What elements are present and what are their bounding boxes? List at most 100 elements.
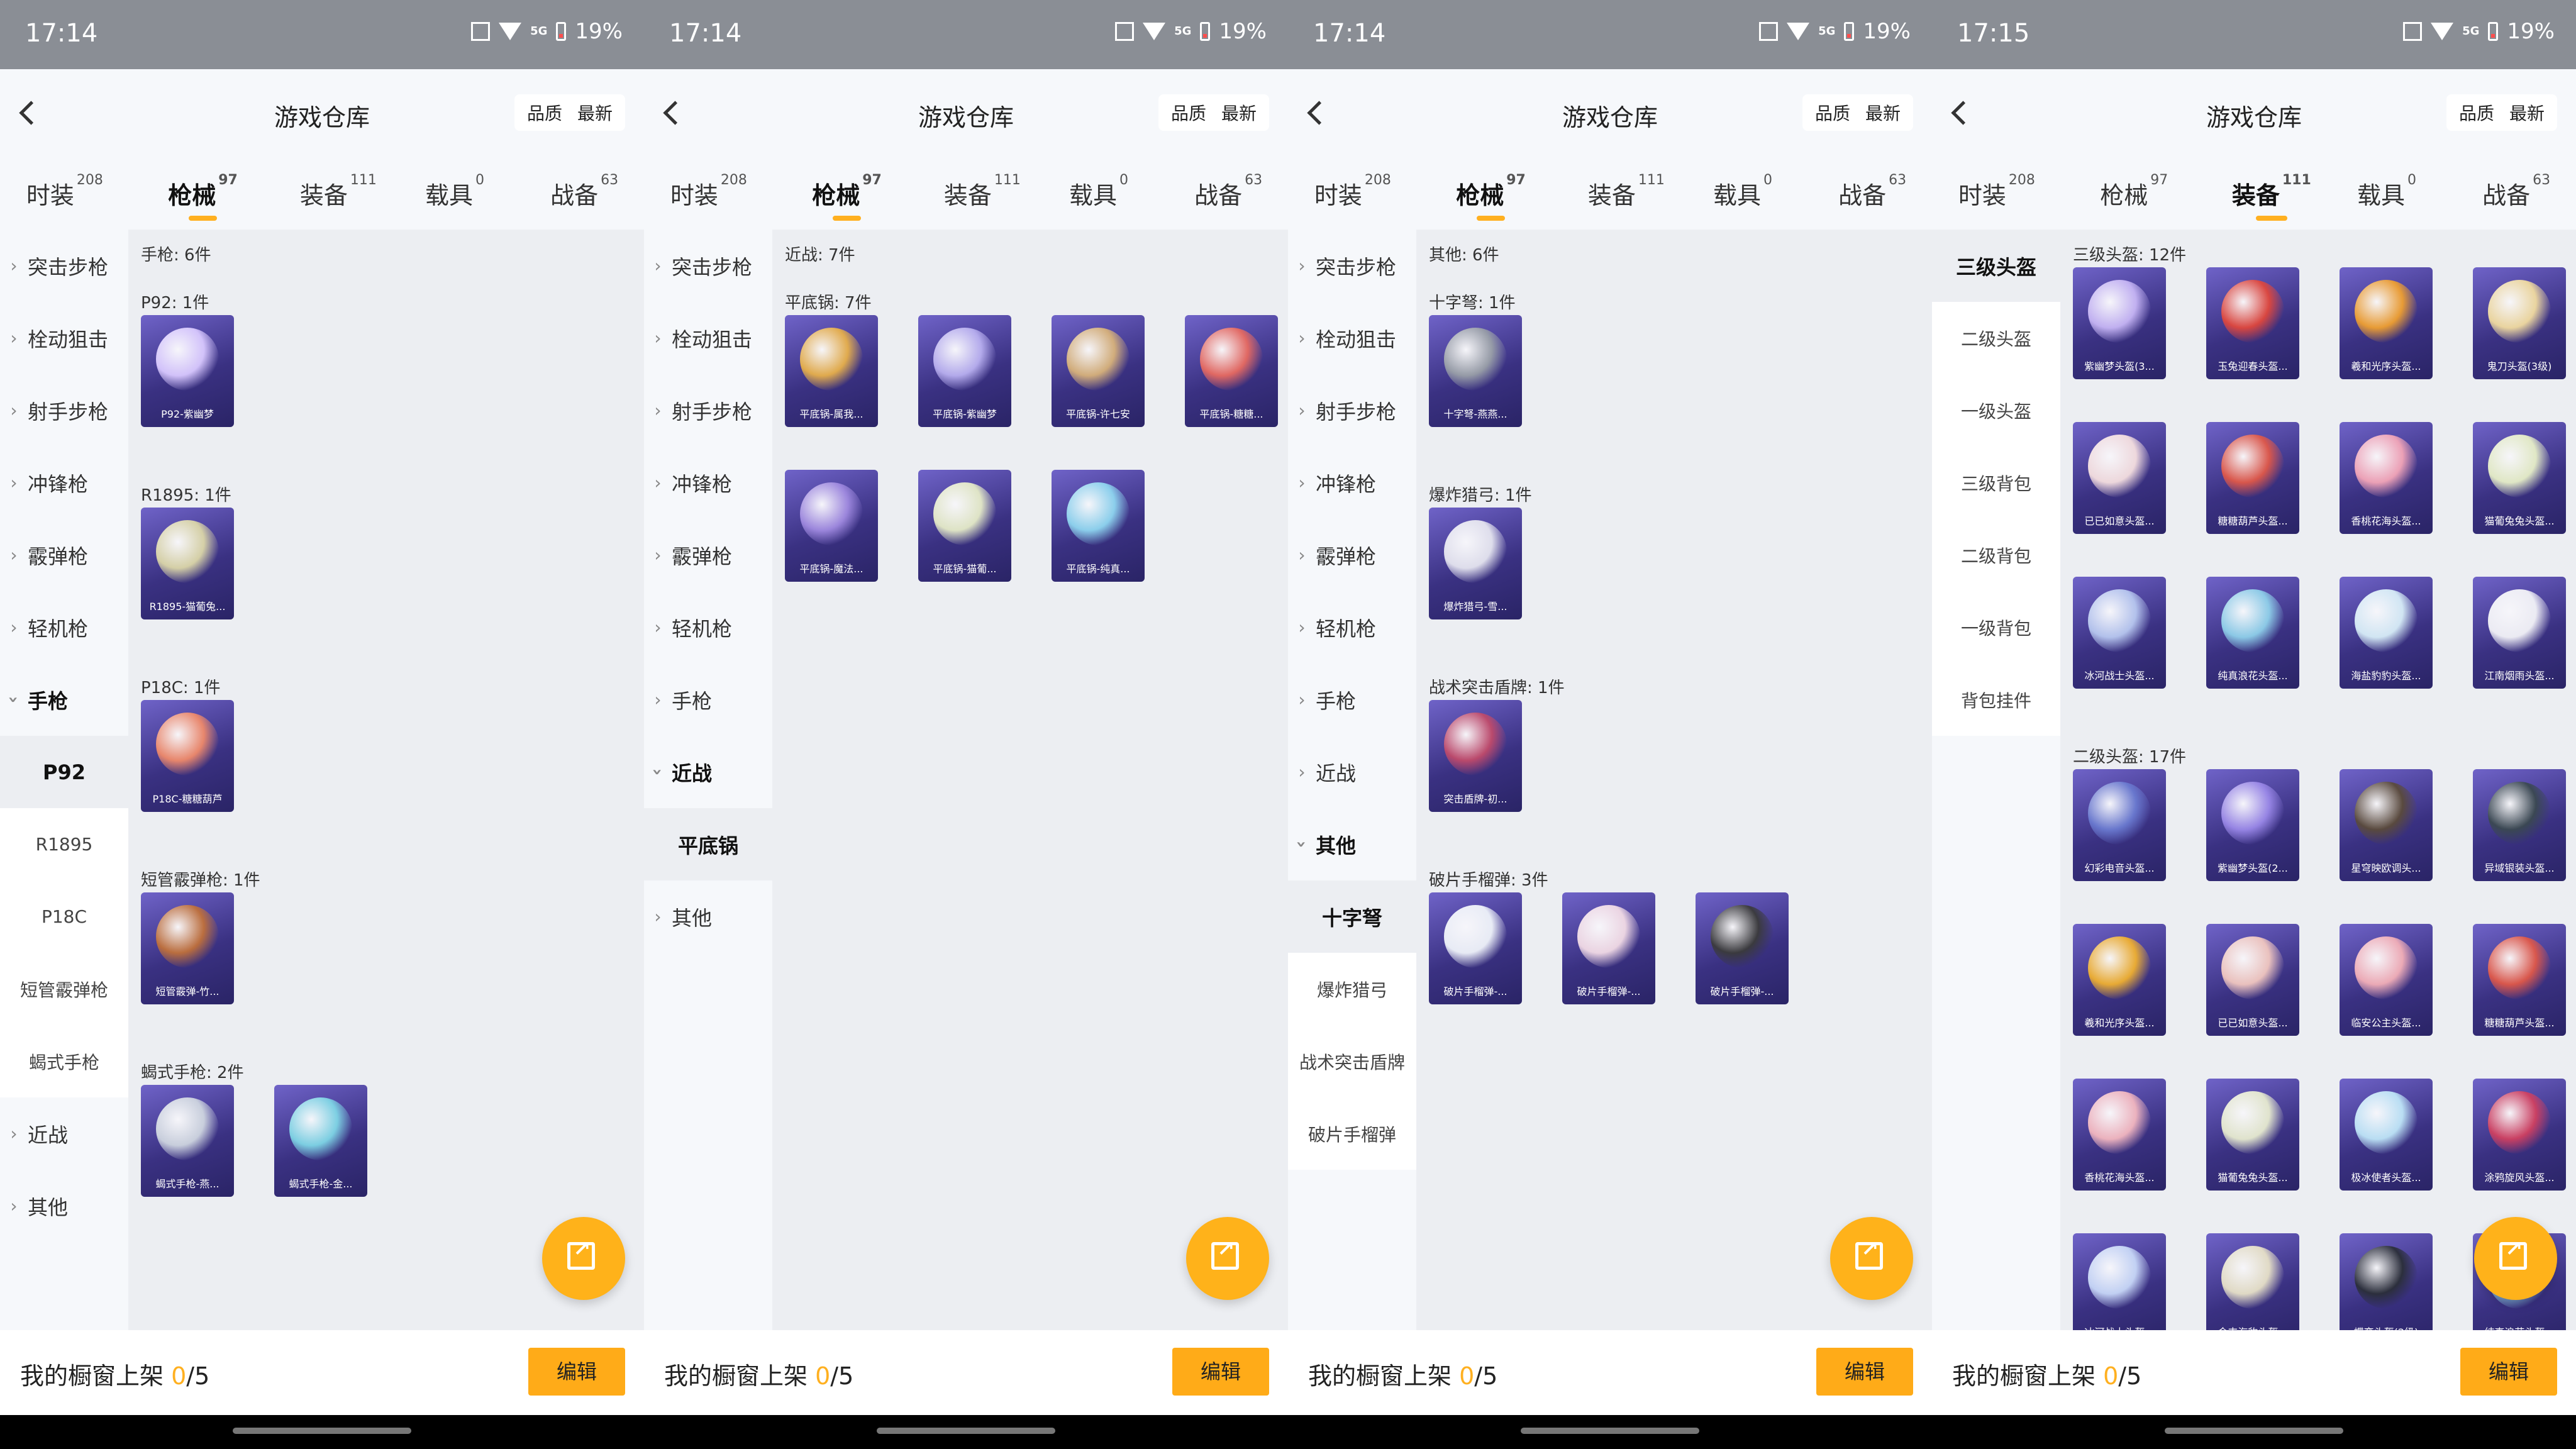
sidebar-category[interactable]: › 近战 xyxy=(1288,736,1416,808)
sidebar-category[interactable]: › 射手步枪 xyxy=(1288,374,1416,447)
item-card[interactable]: 平底锅-纯真... xyxy=(1052,470,1145,582)
tab-4[interactable]: 战备63 xyxy=(550,172,618,211)
tab-2[interactable]: 装备111 xyxy=(1588,172,1665,211)
sidebar-category[interactable]: › 霰弹枪 xyxy=(0,519,128,591)
item-card[interactable]: 糖糖葫芦头盔... xyxy=(2473,924,2566,1036)
sidebar-category[interactable]: › 射手步枪 xyxy=(644,374,772,447)
item-card[interactable]: 平底锅-紫幽梦 xyxy=(918,315,1011,427)
item-card[interactable]: 紫幽梦头盔(3... xyxy=(2073,267,2166,379)
item-card[interactable]: 临安公主头盔... xyxy=(2340,924,2433,1036)
tab-0[interactable]: 时装208 xyxy=(1314,172,1391,211)
sidebar-subcategory[interactable]: 爆炸猎弓 xyxy=(1288,953,1416,1025)
item-card[interactable]: 平底锅-许七安 xyxy=(1052,315,1145,427)
sidebar-category[interactable]: › 其他 xyxy=(644,880,772,953)
item-card[interactable]: 金丰海豹头盔... xyxy=(2206,1233,2299,1345)
item-card[interactable]: 冰河战士头盔... xyxy=(2073,577,2166,689)
share-fab-button[interactable] xyxy=(1830,1217,1913,1300)
sidebar-category[interactable]: › 其他 xyxy=(0,1170,128,1242)
item-card[interactable]: 已已如意头盔... xyxy=(2206,924,2299,1036)
item-card[interactable]: 破片手榴弹-... xyxy=(1562,892,1655,1004)
sidebar-subcategory[interactable]: 二级头盔 xyxy=(1932,302,2060,374)
sidebar-category[interactable]: › 霰弹枪 xyxy=(1288,519,1416,591)
sort-quality-button[interactable]: 品质 xyxy=(2451,100,2502,125)
tab-3[interactable]: 载具0 xyxy=(425,172,484,211)
sidebar-category[interactable]: › 栓动狙击 xyxy=(0,302,128,374)
tab-1[interactable]: 枪械97 xyxy=(168,172,238,221)
tab-3[interactable]: 载具0 xyxy=(1713,172,1772,211)
sort-latest-button[interactable]: 最新 xyxy=(1214,100,1264,125)
sort-quality-button[interactable]: 品质 xyxy=(1163,100,1214,125)
share-fab-button[interactable] xyxy=(1186,1217,1269,1300)
tab-0[interactable]: 时装208 xyxy=(26,172,103,211)
item-card[interactable]: 突击盾牌-初... xyxy=(1429,700,1522,812)
item-card[interactable]: 爆炸猎弓-雪... xyxy=(1429,508,1522,619)
sidebar-subcategory[interactable]: 二级背包 xyxy=(1932,519,2060,591)
sidebar-category[interactable]: › 轻机枪 xyxy=(1288,591,1416,663)
item-card[interactable]: 星穹映欧调头... xyxy=(2340,769,2433,881)
sidebar-subcategory[interactable]: 十字弩 xyxy=(1288,880,1416,953)
share-fab-button[interactable] xyxy=(542,1217,625,1300)
sidebar-category[interactable]: › 轻机枪 xyxy=(644,591,772,663)
sidebar-subcategory[interactable]: 破片手榴弹 xyxy=(1288,1097,1416,1170)
item-card[interactable]: 极冰使者头盔... xyxy=(2340,1079,2433,1191)
sidebar-subcategory[interactable]: 短管霰弹枪 xyxy=(0,953,128,1025)
tab-0[interactable]: 时装208 xyxy=(1958,172,2035,211)
sort-quality-button[interactable]: 品质 xyxy=(519,100,570,125)
item-card[interactable]: 猫葡兔兔头盔... xyxy=(2206,1079,2299,1191)
tab-1[interactable]: 枪械97 xyxy=(1456,172,1526,221)
tab-1[interactable]: 枪械97 xyxy=(2100,172,2168,211)
item-card[interactable]: 香桃花海头盔... xyxy=(2073,1079,2166,1191)
home-handle[interactable] xyxy=(877,1428,1055,1434)
item-card[interactable]: 蝎式手枪-金... xyxy=(274,1085,367,1197)
item-card[interactable]: 猫葡兔兔头盔... xyxy=(2473,422,2566,534)
sort-latest-button[interactable]: 最新 xyxy=(570,100,620,125)
sidebar-subcategory[interactable]: 一级背包 xyxy=(1932,591,2060,663)
item-card[interactable]: 平底锅-魔法... xyxy=(785,470,878,582)
sidebar-subcategory[interactable]: P18C xyxy=(0,880,128,953)
item-card[interactable]: 破片手榴弹-... xyxy=(1429,892,1522,1004)
tab-2[interactable]: 装备111 xyxy=(944,172,1021,211)
edit-button[interactable]: 编辑 xyxy=(1816,1348,1913,1396)
item-card[interactable]: 冰河战士头盔... xyxy=(2073,1233,2166,1345)
sidebar-category[interactable]: › 近战 xyxy=(0,1097,128,1170)
sidebar-category[interactable]: › 冲锋枪 xyxy=(644,447,772,519)
sidebar-category[interactable]: › 手枪 xyxy=(0,663,128,736)
sidebar-subcategory[interactable]: P92 xyxy=(0,736,128,808)
edit-button[interactable]: 编辑 xyxy=(1172,1348,1269,1396)
item-card[interactable]: 异域银装头盔... xyxy=(2473,769,2566,881)
item-card[interactable]: 幻彩电音头盔... xyxy=(2073,769,2166,881)
tab-3[interactable]: 载具0 xyxy=(1069,172,1128,211)
sidebar-category[interactable]: › 轻机枪 xyxy=(0,591,128,663)
item-card[interactable]: 破片手榴弹-... xyxy=(1696,892,1789,1004)
sidebar-category[interactable]: › 突击步枪 xyxy=(1288,230,1416,302)
item-card[interactable]: 羲和光序头盔... xyxy=(2073,924,2166,1036)
item-card[interactable]: P92-紫幽梦 xyxy=(141,315,234,427)
item-card[interactable]: 涂鸦旋风头盔... xyxy=(2473,1079,2566,1191)
share-fab-button[interactable] xyxy=(2474,1217,2557,1300)
tab-1[interactable]: 枪械97 xyxy=(812,172,882,221)
item-card[interactable]: 蝎式手枪-燕... xyxy=(141,1085,234,1197)
sidebar-category[interactable]: › 手枪 xyxy=(1288,663,1416,736)
sort-latest-button[interactable]: 最新 xyxy=(1858,100,1908,125)
home-handle[interactable] xyxy=(233,1428,411,1434)
sort-quality-button[interactable]: 品质 xyxy=(1807,100,1858,125)
sidebar-subcategory[interactable]: 三级背包 xyxy=(1932,447,2060,519)
tab-2[interactable]: 装备111 xyxy=(300,172,377,211)
edit-button[interactable]: 编辑 xyxy=(528,1348,625,1396)
edit-button[interactable]: 编辑 xyxy=(2460,1348,2557,1396)
sidebar-subcategory[interactable]: 蝎式手枪 xyxy=(0,1025,128,1097)
item-card[interactable]: 海盐豹豹头盔... xyxy=(2340,577,2433,689)
item-card[interactable]: 短管霰弹-竹... xyxy=(141,892,234,1004)
item-card[interactable]: P18C-糖糖葫芦 xyxy=(141,700,234,812)
sidebar-subcategory[interactable]: 平底锅 xyxy=(644,808,772,880)
sidebar-subcategory[interactable]: 一级头盔 xyxy=(1932,374,2060,447)
item-card[interactable]: 羲和光序头盔... xyxy=(2340,267,2433,379)
item-card[interactable]: 十字弩-燕燕... xyxy=(1429,315,1522,427)
item-card[interactable]: R1895-猫葡兔... xyxy=(141,508,234,619)
item-card[interactable]: 玉兔迎春头盔... xyxy=(2206,267,2299,379)
sidebar-category[interactable]: › 突击步枪 xyxy=(0,230,128,302)
item-card[interactable]: 香桃花海头盔... xyxy=(2340,422,2433,534)
home-handle[interactable] xyxy=(2165,1428,2343,1434)
sidebar-subcategory[interactable]: 战术突击盾牌 xyxy=(1288,1025,1416,1097)
sidebar-subcategory[interactable]: 三级头盔 xyxy=(1932,230,2060,302)
